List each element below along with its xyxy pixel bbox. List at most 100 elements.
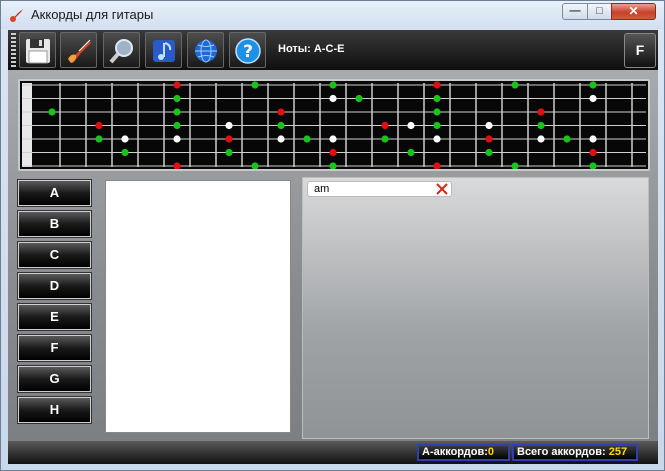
note-dot — [329, 135, 337, 143]
note-dot — [407, 148, 415, 157]
note-dot — [277, 121, 285, 130]
note-dot — [329, 81, 337, 89]
guitar-button[interactable] — [60, 32, 97, 68]
note-dot — [355, 94, 363, 103]
note-dot — [433, 135, 441, 143]
a-chords-value: 0 — [487, 446, 495, 458]
window-title: Аккорды для гитары — [31, 7, 154, 22]
guitar-fretboard[interactable] — [18, 79, 650, 171]
help-icon: ? — [235, 38, 261, 64]
toolbar-grip[interactable] — [11, 33, 16, 67]
clear-search-icon[interactable] — [436, 183, 448, 195]
note-dot — [433, 108, 441, 116]
note-dot — [121, 135, 129, 143]
title-bar[interactable]: Аккорды для гитары — □ ✕ — [1, 1, 664, 29]
toolbar: ? Ноты: A-C-E F — [8, 30, 658, 70]
note-dot — [95, 135, 103, 143]
total-chords-value: 257 — [608, 446, 628, 458]
floppy-disk-icon — [26, 39, 50, 64]
fretboard-svg — [22, 81, 646, 170]
a-chords-count: А-аккордов:0 — [417, 444, 510, 461]
globe-icon — [195, 39, 217, 63]
note-dot — [433, 94, 441, 103]
note-dot — [485, 135, 493, 143]
chord-button-a[interactable]: A — [17, 179, 92, 207]
note-dot — [173, 135, 181, 143]
note-dot — [329, 148, 337, 157]
search-button[interactable] — [103, 32, 140, 68]
chord-button-e[interactable]: E — [17, 303, 92, 331]
chord-search-input[interactable]: am — [307, 181, 452, 197]
note-dot — [173, 94, 181, 103]
minimize-glyph: — — [569, 5, 581, 17]
note-dot — [589, 148, 597, 157]
note-dot — [537, 108, 545, 116]
guitar-app-icon — [10, 9, 23, 22]
total-chords-label: Всего аккордов: — [517, 446, 606, 458]
note-dot — [225, 135, 233, 143]
chord-display-panel: am — [302, 177, 649, 439]
note-dot — [121, 148, 129, 157]
note-dot — [95, 121, 103, 130]
chord-button-c[interactable]: C — [17, 241, 92, 269]
music-note-icon — [153, 40, 175, 62]
save-button[interactable] — [19, 32, 56, 68]
notes-label: Ноты: A-C-E — [278, 43, 345, 55]
a-chords-label: А-аккордов: — [422, 446, 488, 458]
note-dot — [589, 81, 597, 89]
chord-button-d[interactable]: D — [17, 272, 92, 300]
note-dot — [251, 81, 259, 89]
note-dot — [251, 162, 259, 170]
note-dot — [433, 162, 441, 170]
chord-button-f[interactable]: F — [17, 334, 92, 362]
chord-list[interactable] — [105, 180, 291, 433]
note-dot — [511, 81, 519, 89]
note-dot — [511, 162, 519, 170]
chord-button-g[interactable]: G — [17, 365, 92, 393]
note-dot — [433, 81, 441, 89]
note-dot — [589, 94, 597, 103]
help-button[interactable]: ? — [229, 32, 266, 68]
note-dot — [537, 135, 545, 143]
web-button[interactable] — [187, 32, 224, 68]
note-dot — [563, 135, 571, 143]
note-dot — [48, 108, 56, 116]
note-dot — [381, 121, 389, 130]
guitar-icon — [68, 39, 91, 63]
chord-button-h[interactable]: H — [17, 396, 92, 424]
note-dot — [485, 148, 493, 157]
total-chords-count: Всего аккордов: 257 — [512, 444, 638, 461]
note-dot — [485, 121, 493, 130]
note-dot — [407, 121, 415, 130]
music-button[interactable] — [145, 32, 182, 68]
search-value: am — [314, 183, 330, 195]
chord-button-b[interactable]: B — [17, 210, 92, 238]
note-dot — [537, 121, 545, 130]
note-dot — [277, 135, 285, 143]
close-button[interactable]: ✕ — [611, 3, 656, 20]
note-dot — [225, 148, 233, 157]
maximize-button[interactable]: □ — [587, 3, 612, 20]
app-window: Аккорды для гитары — □ ✕ ? Ноты: A-C-E F… — [0, 0, 665, 471]
note-dot — [303, 135, 311, 143]
client-area: ? Ноты: A-C-E F A B C D E F G H am А-акк… — [8, 30, 658, 464]
note-dot — [589, 162, 597, 170]
note-dot — [173, 162, 181, 170]
note-dot — [589, 135, 597, 143]
note-dot — [381, 135, 389, 143]
note-dot — [225, 121, 233, 130]
note-dot — [173, 108, 181, 116]
note-dot — [329, 94, 337, 103]
magnifier-icon — [109, 39, 133, 64]
note-dot — [173, 81, 181, 89]
note-dot — [329, 162, 337, 170]
note-dot — [277, 108, 285, 116]
maximize-glyph: □ — [596, 5, 603, 17]
note-dot — [173, 121, 181, 130]
status-bar: А-аккордов:0 Всего аккордов: 257 — [8, 441, 658, 464]
note-dot — [433, 121, 441, 130]
minimize-button[interactable]: — — [562, 3, 588, 20]
close-glyph: ✕ — [628, 4, 639, 18]
svg-text:?: ? — [243, 42, 253, 62]
f-button[interactable]: F — [624, 33, 656, 68]
